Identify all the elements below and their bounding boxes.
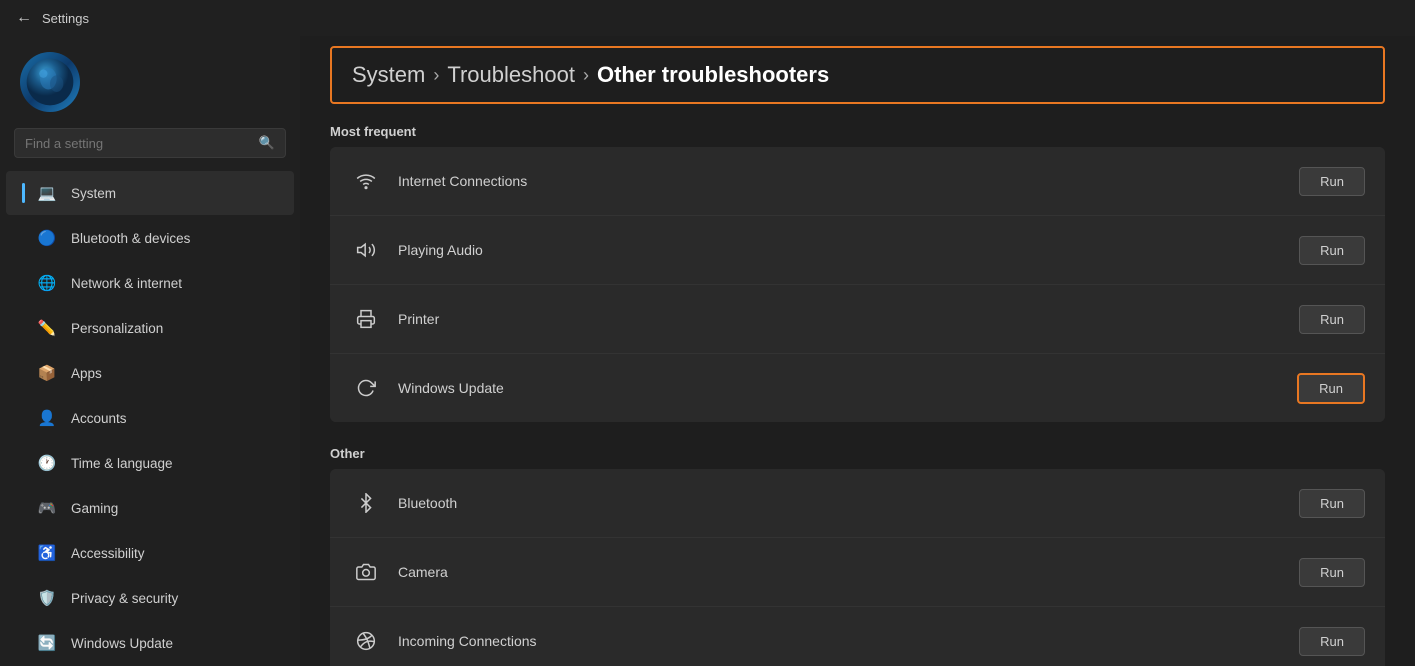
breadcrumb-other-troubleshooters: Other troubleshooters bbox=[597, 62, 829, 88]
sidebar-item-privacy[interactable]: 🛡️ Privacy & security bbox=[6, 576, 294, 620]
breadcrumb-troubleshoot[interactable]: Troubleshoot bbox=[447, 62, 575, 88]
nav-active-bar bbox=[22, 228, 25, 248]
accessibility-label: Accessibility bbox=[71, 546, 145, 561]
nav-container: 💻 System 🔵 Bluetooth & devices 🌐 Network & in… bbox=[0, 170, 300, 666]
search-box[interactable]: 🔍 bbox=[14, 128, 286, 158]
incoming-icon bbox=[350, 625, 382, 657]
ts-item-internet_connections: Internet ConnectionsRun bbox=[330, 147, 1385, 216]
sidebar-item-system[interactable]: 💻 System bbox=[6, 171, 294, 215]
breadcrumb-sep-1: › bbox=[433, 65, 439, 86]
sidebar-item-network[interactable]: 🌐 Network & internet bbox=[6, 261, 294, 305]
nav-active-bar bbox=[22, 498, 25, 518]
other-heading: Other bbox=[330, 446, 1385, 461]
search-input[interactable] bbox=[25, 136, 259, 151]
personalization-icon: ✏️ bbox=[35, 316, 59, 340]
most-frequent-list: Internet ConnectionsRun Playing AudioRun… bbox=[330, 147, 1385, 422]
windows_update-icon: 🔄 bbox=[35, 631, 59, 655]
run-btn-printer[interactable]: Run bbox=[1299, 305, 1365, 334]
printer-icon bbox=[350, 303, 382, 335]
breadcrumb-sep-2: › bbox=[583, 65, 589, 86]
titlebar-title: Settings bbox=[42, 11, 89, 26]
nav-active-bar bbox=[22, 183, 25, 203]
nav-active-bar bbox=[22, 453, 25, 473]
ts-item-incoming_connections: Incoming ConnectionsRun bbox=[330, 607, 1385, 666]
sidebar-item-time[interactable]: 🕐 Time & language bbox=[6, 441, 294, 485]
run-btn-windows_update[interactable]: Run bbox=[1297, 373, 1365, 404]
accounts-label: Accounts bbox=[71, 411, 127, 426]
nav-active-bar bbox=[22, 363, 25, 383]
ts-name-incoming_connections: Incoming Connections bbox=[398, 633, 1299, 649]
avatar bbox=[20, 52, 80, 112]
time-label: Time & language bbox=[71, 456, 173, 471]
nav-active-bar bbox=[22, 273, 25, 293]
content-area: System › Troubleshoot › Other troublesho… bbox=[300, 36, 1415, 666]
sidebar-item-windows_update[interactable]: 🔄 Windows Update bbox=[6, 621, 294, 665]
ts-name-windows_update: Windows Update bbox=[398, 380, 1297, 396]
breadcrumb-system[interactable]: System bbox=[352, 62, 425, 88]
gaming-label: Gaming bbox=[71, 501, 118, 516]
ts-name-bluetooth: Bluetooth bbox=[398, 495, 1299, 511]
bluetooth-icon bbox=[350, 487, 382, 519]
wifi-icon bbox=[350, 165, 382, 197]
nav-active-bar bbox=[22, 588, 25, 608]
bluetooth-label: Bluetooth & devices bbox=[71, 231, 190, 246]
ts-item-windows_update: Windows UpdateRun bbox=[330, 354, 1385, 422]
accounts-icon: 👤 bbox=[35, 406, 59, 430]
ts-name-playing_audio: Playing Audio bbox=[398, 242, 1299, 258]
sidebar-item-personalization[interactable]: ✏️ Personalization bbox=[6, 306, 294, 350]
main-layout: 🔍 💻 System 🔵 Bluetooth & devices 🌐 Network & … bbox=[0, 36, 1415, 666]
gaming-icon: 🎮 bbox=[35, 496, 59, 520]
back-button[interactable]: ← bbox=[16, 9, 32, 27]
most-frequent-heading: Most frequent bbox=[330, 124, 1385, 139]
run-btn-camera[interactable]: Run bbox=[1299, 558, 1365, 587]
system-label: System bbox=[71, 186, 116, 201]
sidebar-item-accounts[interactable]: 👤 Accounts bbox=[6, 396, 294, 440]
camera-icon bbox=[350, 556, 382, 588]
run-btn-internet_connections[interactable]: Run bbox=[1299, 167, 1365, 196]
ts-name-printer: Printer bbox=[398, 311, 1299, 327]
ts-name-camera: Camera bbox=[398, 564, 1299, 580]
apps-label: Apps bbox=[71, 366, 102, 381]
sidebar-item-apps[interactable]: 📦 Apps bbox=[6, 351, 294, 395]
nav-active-bar bbox=[22, 633, 25, 653]
network-label: Network & internet bbox=[71, 276, 182, 291]
nav-active-bar bbox=[22, 543, 25, 563]
network-icon: 🌐 bbox=[35, 271, 59, 295]
sidebar-item-gaming[interactable]: 🎮 Gaming bbox=[6, 486, 294, 530]
bluetooth-icon: 🔵 bbox=[35, 226, 59, 250]
personalization-label: Personalization bbox=[71, 321, 163, 336]
update-icon bbox=[350, 372, 382, 404]
other-list: BluetoothRun CameraRun Incoming Connecti… bbox=[330, 469, 1385, 666]
run-btn-bluetooth[interactable]: Run bbox=[1299, 489, 1365, 518]
system-icon: 💻 bbox=[35, 181, 59, 205]
sidebar-item-bluetooth[interactable]: 🔵 Bluetooth & devices bbox=[6, 216, 294, 260]
privacy-label: Privacy & security bbox=[71, 591, 178, 606]
nav-active-bar bbox=[22, 408, 25, 428]
ts-item-playing_audio: Playing AudioRun bbox=[330, 216, 1385, 285]
nav-active-bar bbox=[22, 318, 25, 338]
run-btn-incoming_connections[interactable]: Run bbox=[1299, 627, 1365, 656]
sidebar-item-accessibility[interactable]: ♿ Accessibility bbox=[6, 531, 294, 575]
privacy-icon: 🛡️ bbox=[35, 586, 59, 610]
breadcrumb: System › Troubleshoot › Other troublesho… bbox=[330, 46, 1385, 104]
titlebar: ← Settings bbox=[0, 0, 1415, 36]
time-icon: 🕐 bbox=[35, 451, 59, 475]
sidebar: 🔍 💻 System 🔵 Bluetooth & devices 🌐 Network & … bbox=[0, 36, 300, 666]
audio-icon bbox=[350, 234, 382, 266]
ts-item-printer: PrinterRun bbox=[330, 285, 1385, 354]
apps-icon: 📦 bbox=[35, 361, 59, 385]
ts-item-bluetooth: BluetoothRun bbox=[330, 469, 1385, 538]
run-btn-playing_audio[interactable]: Run bbox=[1299, 236, 1365, 265]
accessibility-icon: ♿ bbox=[35, 541, 59, 565]
windows_update-label: Windows Update bbox=[71, 636, 173, 651]
ts-name-internet_connections: Internet Connections bbox=[398, 173, 1299, 189]
ts-item-camera: CameraRun bbox=[330, 538, 1385, 607]
search-icon: 🔍 bbox=[259, 135, 275, 151]
